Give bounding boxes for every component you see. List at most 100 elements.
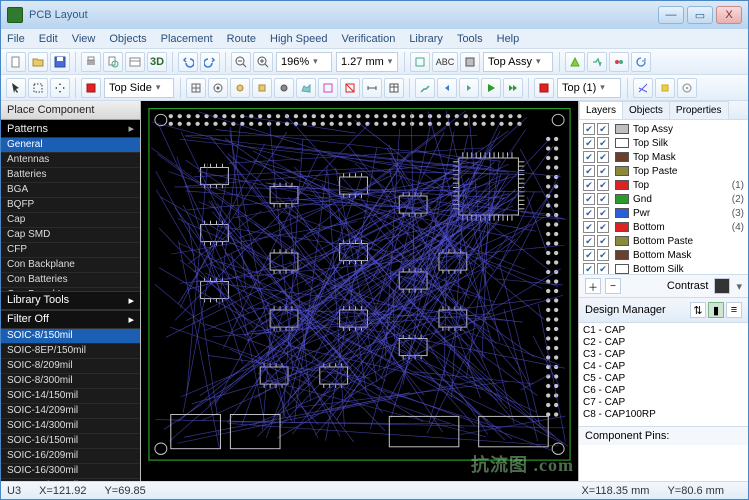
layer-lock-check[interactable]: ✔ xyxy=(597,123,609,135)
layer-lock-check[interactable]: ✔ xyxy=(597,179,609,191)
layer-visible-check[interactable]: ✔ xyxy=(583,235,595,247)
outline-icon[interactable] xyxy=(318,78,338,98)
menu-objects[interactable]: Objects xyxy=(109,33,146,45)
minimize-button[interactable]: — xyxy=(658,6,684,24)
text-abc-icon[interactable]: ABC xyxy=(432,52,458,72)
dm-item[interactable]: C7 - CAP xyxy=(583,397,744,409)
dimension-icon[interactable] xyxy=(362,78,382,98)
layer-visible-check[interactable]: ✔ xyxy=(583,221,595,233)
top-layer-swatch-icon[interactable] xyxy=(534,78,554,98)
menu-placement[interactable]: Placement xyxy=(161,33,213,45)
layer-row[interactable]: ✔✔Gnd(2) xyxy=(581,192,746,206)
patterns-section[interactable]: Patterns▸ xyxy=(1,120,140,138)
pattern-item[interactable]: SOIC-8/209mil xyxy=(1,359,140,374)
layer-visible-check[interactable]: ✔ xyxy=(583,137,595,149)
layer-visible-check[interactable]: ✔ xyxy=(583,151,595,163)
layer-row[interactable]: ✔✔Bottom(4) xyxy=(581,220,746,234)
menu-route[interactable]: Route xyxy=(227,33,256,45)
side-combo[interactable]: Top Side xyxy=(104,78,174,98)
grid-combo[interactable]: 1.27 mm xyxy=(336,52,398,72)
pointer-icon[interactable] xyxy=(6,78,26,98)
layer-color-swatch[interactable] xyxy=(615,180,629,190)
category-item[interactable]: Cap SMD xyxy=(1,228,140,243)
maximize-button[interactable]: ▭ xyxy=(687,6,713,24)
category-item[interactable]: Antennas xyxy=(1,153,140,168)
zoom-in-icon[interactable] xyxy=(253,52,273,72)
layer-visible-check[interactable]: ✔ xyxy=(583,179,595,191)
pattern-item[interactable]: SOIC-8EP/150mil xyxy=(1,344,140,359)
dm-item[interactable]: C1 - CAP xyxy=(583,325,744,337)
tab-objects[interactable]: Objects xyxy=(622,101,670,119)
category-item[interactable]: Con Backplane xyxy=(1,258,140,273)
layer-visible-check[interactable]: ✔ xyxy=(583,207,595,219)
layer-color-swatch[interactable] xyxy=(615,264,629,274)
layer-row[interactable]: ✔✔Bottom Mask xyxy=(581,248,746,262)
layer-color-swatch[interactable] xyxy=(615,166,629,176)
keepout-icon[interactable] xyxy=(340,78,360,98)
pattern-item[interactable]: SOIC-16/300mil xyxy=(1,464,140,479)
route-check-icon[interactable] xyxy=(587,52,607,72)
layer-lock-check[interactable]: ✔ xyxy=(597,221,609,233)
category-item[interactable]: CFP xyxy=(1,243,140,258)
ratsnest-icon[interactable] xyxy=(633,78,653,98)
pattern-item[interactable]: SOIC-14/300mil xyxy=(1,419,140,434)
layer-color-swatch[interactable] xyxy=(615,138,629,148)
dm-sort-icon[interactable]: ⇅ xyxy=(690,302,706,318)
layer-lock-check[interactable]: ✔ xyxy=(597,151,609,163)
assy-combo[interactable]: Top Assy xyxy=(483,52,553,72)
add-layer-icon[interactable]: ＋ xyxy=(585,278,601,294)
3d-button[interactable]: 3D xyxy=(147,52,167,72)
preview-icon[interactable] xyxy=(103,52,123,72)
layer-row[interactable]: ✔✔Top Mask xyxy=(581,150,746,164)
pattern-item[interactable]: SOIC-8/300mil xyxy=(1,374,140,389)
contrast-toggle[interactable] xyxy=(714,278,730,294)
menu-library[interactable]: Library xyxy=(409,33,443,45)
tab-layers[interactable]: Layers xyxy=(579,101,623,119)
dm-item[interactable]: C2 - CAP xyxy=(583,337,744,349)
menu-file[interactable]: File xyxy=(7,33,25,45)
dm-item[interactable]: C4 - CAP xyxy=(583,361,744,373)
layer-visible-check[interactable]: ✔ xyxy=(583,193,595,205)
redo-icon[interactable] xyxy=(200,52,220,72)
layer-row[interactable]: ✔✔Top Silk xyxy=(581,136,746,150)
pan-icon[interactable] xyxy=(50,78,70,98)
layer-visible-check[interactable]: ✔ xyxy=(583,249,595,261)
via-icon[interactable] xyxy=(230,78,250,98)
layer-visible-check[interactable]: ✔ xyxy=(583,165,595,177)
layer-color-swatch[interactable] xyxy=(615,152,629,162)
layer-lock-check[interactable]: ✔ xyxy=(597,165,609,177)
refresh-icon[interactable] xyxy=(631,52,651,72)
layer-lock-check[interactable]: ✔ xyxy=(597,235,609,247)
zoom-combo[interactable]: 196% xyxy=(276,52,332,72)
top-layer-combo[interactable]: Top (1) xyxy=(557,78,621,98)
layer-lock-check[interactable]: ✔ xyxy=(597,249,609,261)
dm-component-icon[interactable]: ▮ xyxy=(708,302,724,318)
menu-highspeed[interactable]: High Speed xyxy=(270,33,328,45)
layer-color-swatch[interactable] xyxy=(615,236,629,246)
close-button[interactable]: X xyxy=(716,6,742,24)
grid-snap-icon[interactable] xyxy=(186,78,206,98)
filter-section[interactable]: Filter Off▸ xyxy=(1,310,140,329)
route-line-icon[interactable] xyxy=(415,78,435,98)
category-item[interactable]: Batteries xyxy=(1,168,140,183)
table-icon[interactable] xyxy=(384,78,404,98)
layer-color-swatch[interactable] xyxy=(615,124,629,134)
layer-visible-check[interactable]: ✔ xyxy=(583,123,595,135)
menu-help[interactable]: Help xyxy=(497,33,520,45)
layer-row[interactable]: ✔✔Top(1) xyxy=(581,178,746,192)
layer-lock-check[interactable]: ✔ xyxy=(597,193,609,205)
pad-circle-icon[interactable] xyxy=(208,78,228,98)
drc-icon[interactable] xyxy=(565,52,585,72)
layer-swatch-icon[interactable] xyxy=(460,52,480,72)
layer-tool-icon[interactable] xyxy=(410,52,430,72)
layer-row[interactable]: ✔✔Top Assy xyxy=(581,122,746,136)
titles-icon[interactable] xyxy=(125,52,145,72)
misc-tool-icon[interactable] xyxy=(677,78,697,98)
layer-color-swatch[interactable] xyxy=(615,208,629,218)
poly-icon[interactable] xyxy=(296,78,316,98)
pattern-item[interactable]: SOIC-16/209mil xyxy=(1,449,140,464)
layer-row[interactable]: ✔✔Pwr(3) xyxy=(581,206,746,220)
step-fwd-icon[interactable] xyxy=(459,78,479,98)
net-check-icon[interactable] xyxy=(609,52,629,72)
save-icon[interactable] xyxy=(50,52,70,72)
